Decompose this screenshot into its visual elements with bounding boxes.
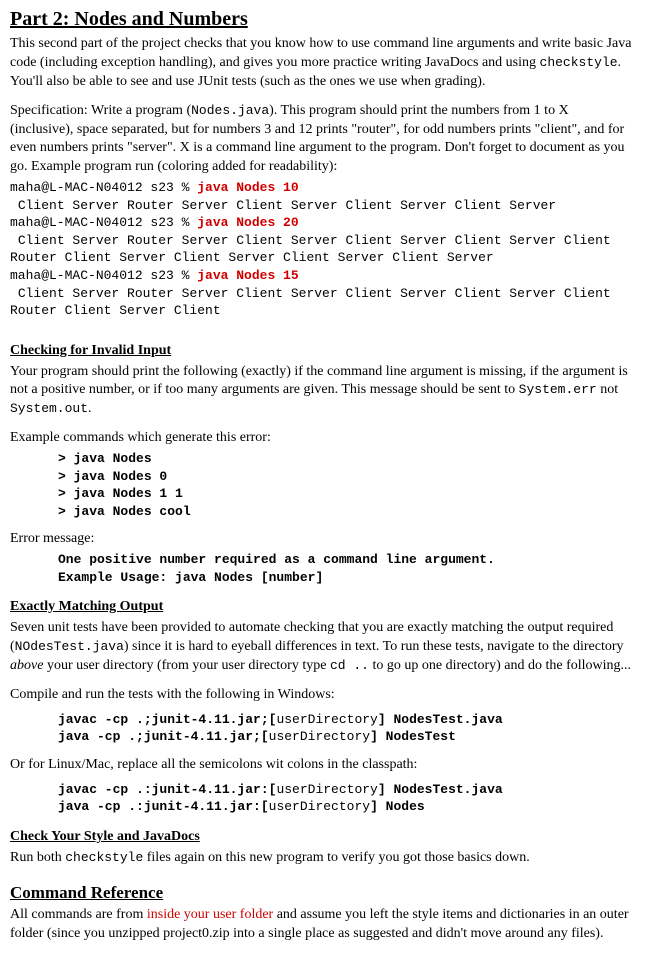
win-java-a: java -cp .;junit-4.11.jar;[ xyxy=(58,729,269,744)
err-cmd-4: > java Nodes cool xyxy=(58,504,191,519)
invalid-paragraph: Your program should print the following … xyxy=(10,363,635,420)
exact-c: your user directory (from your user dire… xyxy=(43,658,330,673)
lin-ud-2: userDirectory xyxy=(269,799,370,814)
run1-prompt: maha@L-MAC-N04012 s23 % xyxy=(10,180,197,195)
err-cmd-3: > java Nodes 1 1 xyxy=(58,486,183,501)
win-ud-1: userDirectory xyxy=(276,712,377,727)
terminal-output: maha@L-MAC-N04012 s23 % java Nodes 10 Cl… xyxy=(10,179,635,319)
nodestest-file: NOdesTest.java xyxy=(15,639,124,654)
err-line-2: Example Usage: java Nodes [number] xyxy=(58,570,323,585)
invalid-mid: not xyxy=(597,382,618,397)
intro-paragraph: This second part of the project checks t… xyxy=(10,35,635,92)
heading-invalid-input: Checking for Invalid Input xyxy=(10,342,635,361)
run2-out: Client Server Router Server Client Serve… xyxy=(10,233,619,266)
err-cmd-2: > java Nodes 0 xyxy=(58,469,167,484)
page-title: Part 2: Nodes and Numbers xyxy=(10,6,635,33)
heading-style: Check Your Style and JavaDocs xyxy=(10,828,635,847)
linux-cmds: javac -cp .:junit-4.11.jar:[userDirector… xyxy=(58,781,635,816)
lin-java-a: java -cp .:junit-4.11.jar:[ xyxy=(58,799,269,814)
run1-out: Client Server Router Server Client Serve… xyxy=(10,198,556,213)
exact-b: ) since it is hard to eyeball difference… xyxy=(124,639,624,654)
heading-exact-match: Exactly Matching Output xyxy=(10,598,635,617)
cmdref-red: inside your user folder xyxy=(147,907,273,922)
run1-cmd: java Nodes 10 xyxy=(197,180,298,195)
system-err-token: System.err xyxy=(519,382,597,397)
run3-out: Client Server Router Server Client Serve… xyxy=(10,286,619,319)
err-cmd-1: > java Nodes xyxy=(58,451,152,466)
style-checkstyle-token: checkstyle xyxy=(65,850,143,865)
run3-cmd: java Nodes 15 xyxy=(197,268,298,283)
cmdref-a: All commands are from xyxy=(10,907,147,922)
run2-cmd: java Nodes 20 xyxy=(197,215,298,230)
win-javac-b: ] NodesTest.java xyxy=(378,712,503,727)
windows-cmds: javac -cp .;junit-4.11.jar;[userDirector… xyxy=(58,711,635,746)
heading-command-reference: Command Reference xyxy=(10,882,635,905)
compile-windows-label: Compile and run the tests with the follo… xyxy=(10,686,635,705)
style-b: files again on this new program to verif… xyxy=(143,850,529,865)
exact-d: to go up one directory) and do the follo… xyxy=(369,658,631,673)
exact-paragraph: Seven unit tests have been provided to a… xyxy=(10,619,635,676)
win-java-b: ] NodesTest xyxy=(370,729,456,744)
cd-token: cd .. xyxy=(330,658,369,673)
spec-file: Nodes.java xyxy=(191,103,269,118)
style-a: Run both xyxy=(10,850,65,865)
checkstyle-token: checkstyle xyxy=(540,55,618,70)
intro-text: This second part of the project checks t… xyxy=(10,36,631,70)
system-out-token: System.out xyxy=(10,401,88,416)
err-line-1: One positive number required as a comman… xyxy=(58,552,495,567)
exact-above: above xyxy=(10,658,43,673)
win-javac-a: javac -cp .;junit-4.11.jar;[ xyxy=(58,712,276,727)
example-cmds-label: Example commands which generate this err… xyxy=(10,429,635,448)
win-ud-2: userDirectory xyxy=(269,729,370,744)
style-paragraph: Run both checkstyle files again on this … xyxy=(10,849,635,868)
run3-prompt: maha@L-MAC-N04012 s23 % xyxy=(10,268,197,283)
run2-prompt: maha@L-MAC-N04012 s23 % xyxy=(10,215,197,230)
spec-paragraph: Specification: Write a program (Nodes.ja… xyxy=(10,102,635,178)
cmdref-paragraph: All commands are from inside your user f… xyxy=(10,906,635,944)
error-msg-block: One positive number required as a comman… xyxy=(58,551,635,586)
linux-label: Or for Linux/Mac, replace all the semico… xyxy=(10,756,635,775)
lin-java-b: ] Nodes xyxy=(370,799,425,814)
lin-javac-b: ] NodesTest.java xyxy=(378,782,503,797)
spec-lead: Specification: Write a program ( xyxy=(10,103,191,118)
invalid-tail: . xyxy=(88,401,92,416)
lin-ud-1: userDirectory xyxy=(276,782,377,797)
error-msg-label: Error message: xyxy=(10,530,635,549)
lin-javac-a: javac -cp .:junit-4.11.jar:[ xyxy=(58,782,276,797)
error-cmds-block: > java Nodes > java Nodes 0 > java Nodes… xyxy=(58,450,635,520)
